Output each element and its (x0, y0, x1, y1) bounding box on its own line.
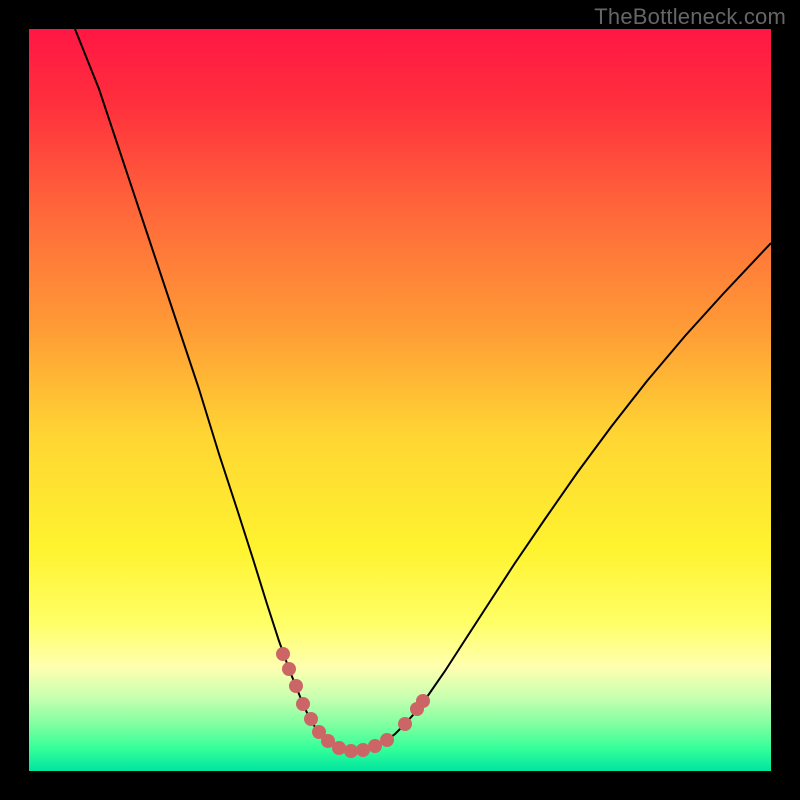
background-gradient (29, 29, 771, 771)
curve-marker (356, 743, 370, 757)
curve-marker (344, 744, 358, 758)
curve-marker (368, 739, 382, 753)
curve-marker (276, 647, 290, 661)
curve-marker (332, 741, 346, 755)
plot-svg (29, 29, 771, 771)
curve-marker (282, 662, 296, 676)
curve-marker (416, 694, 430, 708)
curve-marker (304, 712, 318, 726)
plot-area (29, 29, 771, 771)
curve-marker (398, 717, 412, 731)
watermark-label: TheBottleneck.com (594, 4, 786, 30)
curve-marker (289, 679, 303, 693)
curve-marker (380, 733, 394, 747)
chart-stage: TheBottleneck.com (0, 0, 800, 800)
curve-marker (296, 697, 310, 711)
